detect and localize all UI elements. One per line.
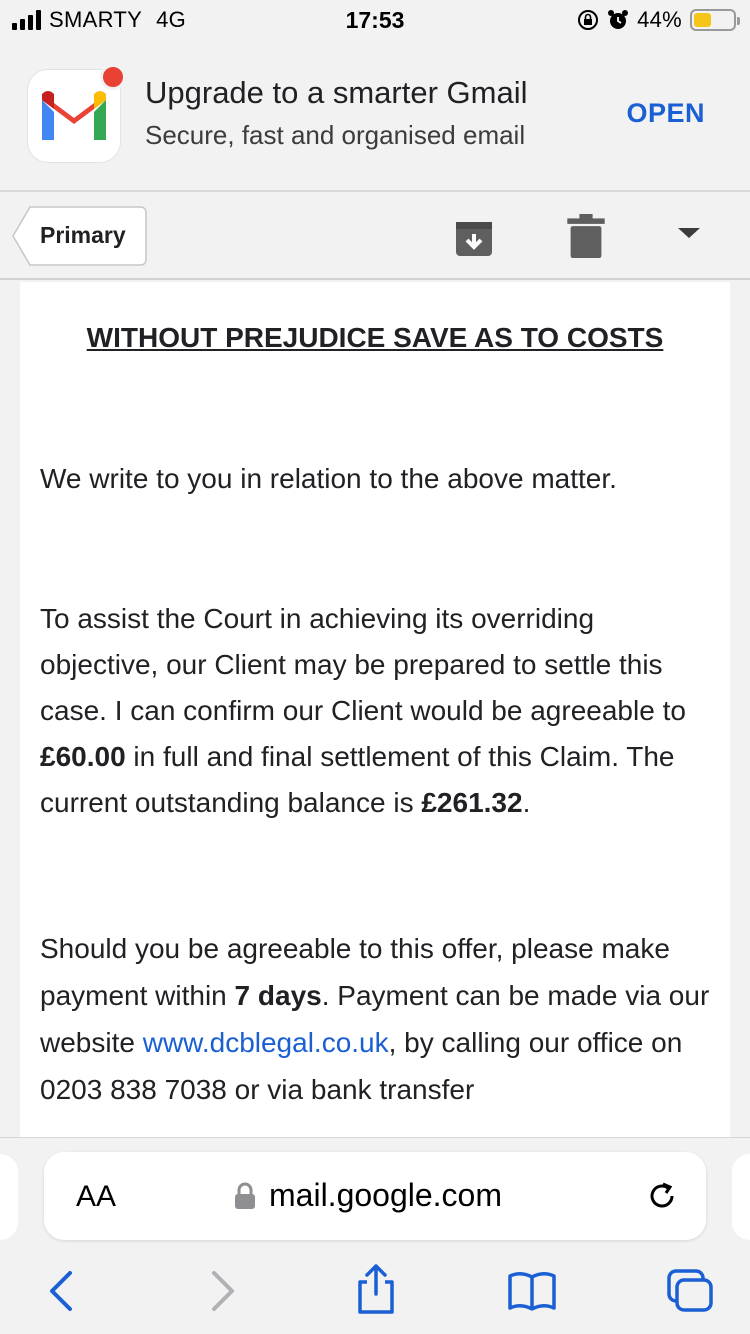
gmail-app-icon[interactable] xyxy=(28,64,126,162)
battery-cap xyxy=(737,17,740,25)
bookmarks-icon[interactable] xyxy=(506,1268,558,1314)
url-text: mail.google.com xyxy=(269,1177,502,1213)
previous-tab-peek[interactable] xyxy=(0,1154,18,1240)
paragraph-2-text-a: To assist the Court in achieving its ove… xyxy=(40,603,686,726)
app-upgrade-banner: Upgrade to a smarter Gmail Secure, fast … xyxy=(0,40,750,192)
tabs-icon[interactable] xyxy=(664,1268,716,1314)
paragraph-3: Should you be agreeable to this offer, p… xyxy=(40,925,720,1113)
browser-bottom-bar: AA mail.google.com xyxy=(0,1137,750,1334)
forward-icon[interactable] xyxy=(196,1268,248,1314)
battery-fill xyxy=(694,13,711,27)
share-icon[interactable] xyxy=(350,1262,402,1316)
status-bar: SMARTY 4G 17:53 44% xyxy=(0,0,750,40)
network-label: 4G xyxy=(156,7,187,32)
chevron-down-icon[interactable] xyxy=(676,224,702,242)
outstanding-balance: £261.32 xyxy=(421,787,523,818)
next-tab-peek[interactable] xyxy=(732,1154,750,1240)
battery-icon xyxy=(690,9,740,31)
orientation-lock-icon xyxy=(578,10,599,30)
address-bar[interactable]: AA mail.google.com xyxy=(44,1152,706,1240)
delete-icon[interactable] xyxy=(566,214,606,258)
carrier-label: SMARTY xyxy=(49,7,143,32)
email-body: WITHOUT PREJUDICE SAVE AS TO COSTS We wr… xyxy=(20,282,730,1137)
back-icon[interactable] xyxy=(38,1268,90,1314)
signal-icon xyxy=(12,10,41,30)
banner-subtitle: Secure, fast and organised email xyxy=(145,120,526,150)
email-toolbar: Primary xyxy=(0,194,750,280)
reader-settings-button[interactable]: AA xyxy=(76,1180,116,1214)
paragraph-2-text-c: . xyxy=(522,787,531,818)
banner-title: Upgrade to a smarter Gmail xyxy=(145,75,528,110)
paragraph-2: To assist the Court in achieving its ove… xyxy=(40,596,720,826)
paragraph-2-text-b: in full and final settlement of this Cla… xyxy=(40,741,675,818)
reload-icon[interactable] xyxy=(644,1178,680,1214)
status-left: SMARTY 4G xyxy=(12,7,186,33)
settlement-amount: £60.00 xyxy=(40,741,126,772)
alarm-icon xyxy=(608,10,629,29)
status-right: 44% xyxy=(577,7,740,33)
lock-icon xyxy=(235,1182,255,1209)
back-label: Primary xyxy=(40,222,126,248)
archive-icon[interactable] xyxy=(454,216,494,260)
notification-dot xyxy=(100,64,126,90)
battery-percent: 44% xyxy=(637,7,682,32)
back-to-primary-button[interactable]: Primary xyxy=(12,206,147,266)
payment-deadline: 7 days xyxy=(234,980,322,1011)
paragraph-1: We write to you in relation to the above… xyxy=(40,463,617,494)
email-heading: WITHOUT PREJUDICE SAVE AS TO COSTS xyxy=(86,322,664,353)
website-link[interactable]: www.dcblegal.co.uk xyxy=(143,1027,389,1058)
open-app-button[interactable]: OPEN xyxy=(626,98,705,129)
